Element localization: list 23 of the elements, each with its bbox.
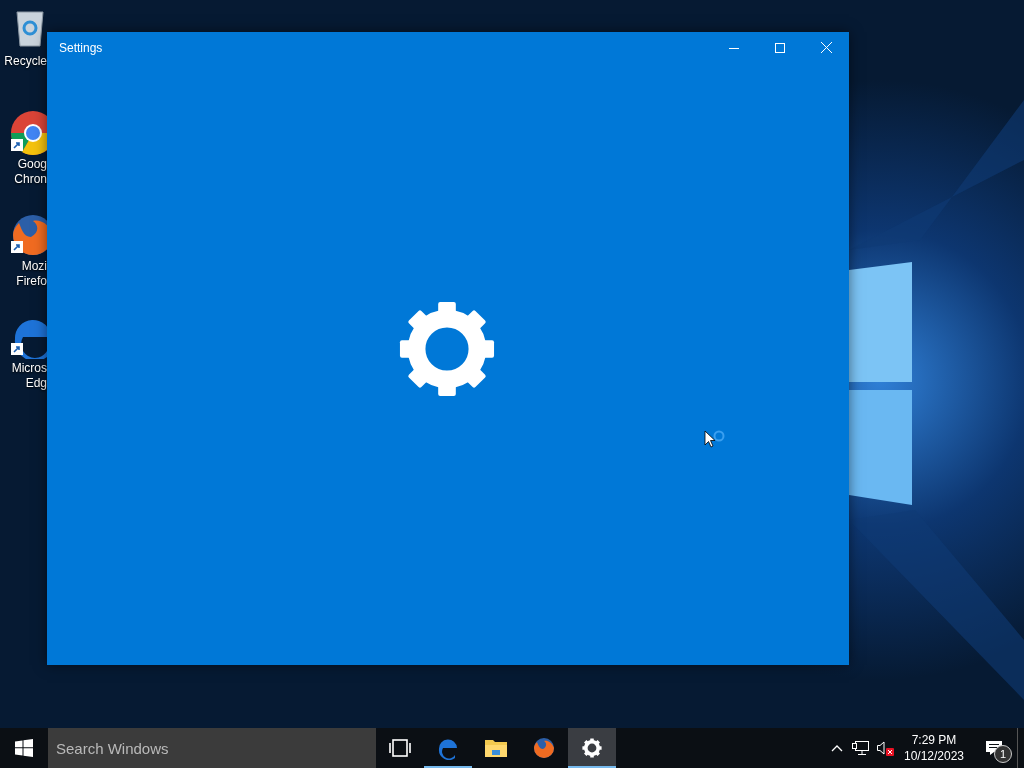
notification-count: 1 [994,745,1012,763]
network-icon[interactable] [852,740,870,756]
desktop-icon-label: Goog Chron [14,157,47,187]
desktop-icon-label: Mozi Firefo [16,259,47,289]
clock-time: 7:29 PM [911,733,957,747]
gear-icon [398,300,496,398]
chevron-up-icon[interactable] [831,744,843,752]
task-view-icon [389,739,411,757]
desktop-icon-label: Micros Edg [11,361,47,391]
windows-logo-icon [15,739,33,757]
speaker-icon[interactable] [876,740,894,756]
taskbar-button[interactable] [568,728,616,768]
close-icon [820,42,832,53]
window-title: Settings [59,40,104,55]
clock-date: 10/12/2023 [903,749,965,763]
busy-cursor-icon [704,430,726,448]
clock[interactable]: 7:29 PM 10/12/2023 [897,728,971,768]
maximize-icon [775,42,785,53]
settings-icon [582,738,602,758]
folder-icon [484,738,508,758]
desktop-icon-label: Recycle [4,54,47,69]
firefox-icon [532,736,556,760]
search-field[interactable]: Search Windows [48,728,376,768]
